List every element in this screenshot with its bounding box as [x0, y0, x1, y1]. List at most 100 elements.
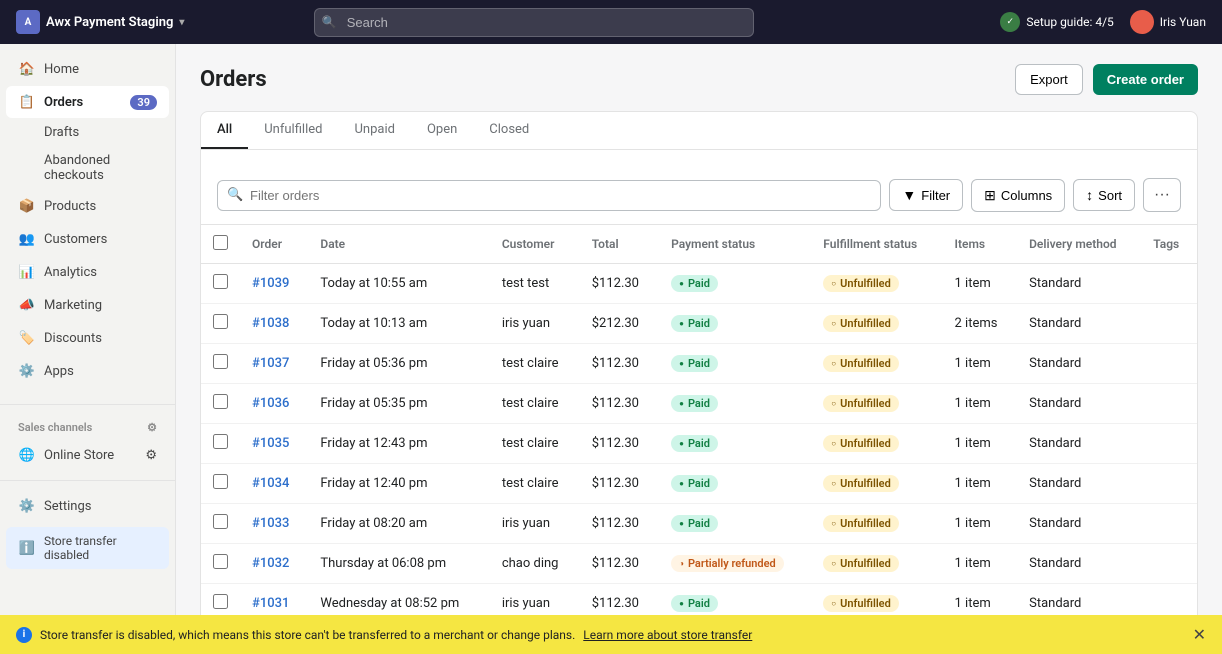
- sidebar-customers-label: Customers: [44, 232, 107, 247]
- order-link[interactable]: #1033: [252, 516, 289, 531]
- filter-orders-input[interactable]: [217, 180, 881, 211]
- table-row: #1032 Thursday at 06:08 pm chao ding $11…: [201, 544, 1197, 584]
- sort-button[interactable]: ↕ Sort: [1073, 179, 1135, 211]
- filter-button[interactable]: ▼ Filter: [889, 179, 963, 211]
- row-order: #1035: [240, 424, 308, 464]
- sidebar-item-analytics[interactable]: 📊 Analytics: [6, 256, 169, 288]
- order-link[interactable]: #1031: [252, 596, 289, 611]
- banner-link[interactable]: Learn more about store transfer: [583, 628, 752, 642]
- sidebar-item-customers[interactable]: 👥 Customers: [6, 223, 169, 255]
- row-checkbox[interactable]: [213, 554, 228, 569]
- tab-open[interactable]: Open: [411, 112, 473, 149]
- row-checkbox[interactable]: [213, 354, 228, 369]
- sidebar-item-online-store[interactable]: 🌐 Online Store ⚙: [6, 439, 169, 471]
- order-link[interactable]: #1037: [252, 356, 289, 371]
- col-payment: Payment status: [659, 225, 811, 264]
- sidebar-item-home[interactable]: 🏠 Home: [6, 53, 169, 85]
- row-order: #1037: [240, 344, 308, 384]
- row-date: Today at 10:55 am: [308, 264, 489, 304]
- row-total: $112.30: [580, 464, 659, 504]
- row-checkbox[interactable]: [213, 514, 228, 529]
- row-date: Friday at 12:40 pm: [308, 464, 489, 504]
- online-store-icon: 🌐: [18, 446, 36, 464]
- sidebar-item-discounts[interactable]: 🏷️ Discounts: [6, 322, 169, 354]
- select-all-checkbox[interactable]: [213, 235, 228, 250]
- col-total: Total: [580, 225, 659, 264]
- order-link[interactable]: #1032: [252, 556, 289, 571]
- row-checkbox[interactable]: [213, 474, 228, 489]
- order-link[interactable]: #1039: [252, 276, 289, 291]
- row-checkbox[interactable]: [213, 594, 228, 609]
- table-row: #1036 Friday at 05:35 pm test claire $11…: [201, 384, 1197, 424]
- store-name[interactable]: A Awx Payment Staging ▾: [16, 10, 184, 34]
- create-order-button[interactable]: Create order: [1093, 64, 1198, 95]
- row-checkbox[interactable]: [213, 434, 228, 449]
- row-payment: Paid: [659, 264, 811, 304]
- more-options-button[interactable]: ···: [1143, 178, 1181, 212]
- tab-all[interactable]: All: [201, 112, 248, 149]
- tab-unfulfilled[interactable]: Unfulfilled: [248, 112, 338, 149]
- info-icon: i: [16, 627, 32, 643]
- payment-badge: Paid: [671, 475, 718, 492]
- fulfillment-badge: Unfulfilled: [823, 555, 899, 572]
- sidebar-item-drafts[interactable]: Drafts: [6, 119, 169, 146]
- columns-button[interactable]: ⊞ Columns: [971, 179, 1065, 212]
- row-payment: Partially refunded: [659, 544, 811, 584]
- sidebar-orders-label: Orders: [44, 95, 83, 110]
- row-delivery: Standard: [1017, 544, 1141, 584]
- close-banner-icon[interactable]: ✕: [1193, 625, 1206, 644]
- row-tags: [1141, 584, 1197, 616]
- row-customer: iris yuan: [490, 504, 580, 544]
- row-date: Today at 10:13 am: [308, 304, 489, 344]
- order-link[interactable]: #1038: [252, 316, 289, 331]
- payment-badge: Paid: [671, 435, 718, 452]
- table-row: #1037 Friday at 05:36 pm test claire $11…: [201, 344, 1197, 384]
- page-header: Orders Export Create order: [200, 64, 1198, 95]
- store-transfer-item[interactable]: ℹ️ Store transfer disabled: [6, 527, 169, 569]
- row-payment: Paid: [659, 424, 811, 464]
- row-date: Friday at 05:36 pm: [308, 344, 489, 384]
- row-items: 1 item: [943, 264, 1018, 304]
- user-avatar[interactable]: Iris Yuan: [1130, 10, 1206, 34]
- top-bar: A Awx Payment Staging ▾ 🔍 ✓ Setup guide:…: [0, 0, 1222, 44]
- export-button[interactable]: Export: [1015, 64, 1083, 95]
- fulfillment-badge: Unfulfilled: [823, 395, 899, 412]
- payment-badge: Paid: [671, 595, 718, 612]
- apps-icon: ⚙️: [18, 362, 36, 380]
- customers-icon: 👥: [18, 230, 36, 248]
- table-row: #1038 Today at 10:13 am iris yuan $212.3…: [201, 304, 1197, 344]
- row-items: 1 item: [943, 424, 1018, 464]
- page-actions: Export Create order: [1015, 64, 1198, 95]
- sidebar-item-orders[interactable]: 📋 Orders 39: [6, 86, 169, 118]
- marketing-icon: 📣: [18, 296, 36, 314]
- row-checkbox[interactable]: [213, 314, 228, 329]
- sales-channels-gear-icon[interactable]: ⚙: [147, 421, 157, 434]
- row-checkbox[interactable]: [213, 394, 228, 409]
- search-input[interactable]: [314, 8, 754, 37]
- columns-label: Columns: [1001, 188, 1052, 203]
- fulfillment-badge: Unfulfilled: [823, 595, 899, 612]
- order-link[interactable]: #1034: [252, 476, 289, 491]
- row-delivery: Standard: [1017, 504, 1141, 544]
- fulfillment-badge: Unfulfilled: [823, 435, 899, 452]
- sidebar-item-products[interactable]: 📦 Products: [6, 190, 169, 222]
- row-payment: Paid: [659, 304, 811, 344]
- row-payment: Paid: [659, 464, 811, 504]
- setup-guide[interactable]: ✓ Setup guide: 4/5: [1000, 12, 1113, 32]
- order-link[interactable]: #1035: [252, 436, 289, 451]
- row-delivery: Standard: [1017, 304, 1141, 344]
- row-checkbox[interactable]: [213, 274, 228, 289]
- row-checkbox-cell: [201, 344, 240, 384]
- order-link[interactable]: #1036: [252, 396, 289, 411]
- filter-icon: ▼: [902, 187, 916, 203]
- row-date: Thursday at 06:08 pm: [308, 544, 489, 584]
- row-total: $112.30: [580, 424, 659, 464]
- sidebar-item-marketing[interactable]: 📣 Marketing: [6, 289, 169, 321]
- online-store-gear-icon[interactable]: ⚙: [145, 448, 157, 463]
- sidebar-item-settings[interactable]: ⚙️ Settings: [6, 490, 169, 522]
- sidebar-item-apps[interactable]: ⚙️ Apps: [6, 355, 169, 387]
- tab-unpaid[interactable]: Unpaid: [338, 112, 410, 149]
- sidebar-item-abandoned[interactable]: Abandoned checkouts: [6, 147, 169, 189]
- setup-icon: ✓: [1000, 12, 1020, 32]
- tab-closed[interactable]: Closed: [473, 112, 545, 149]
